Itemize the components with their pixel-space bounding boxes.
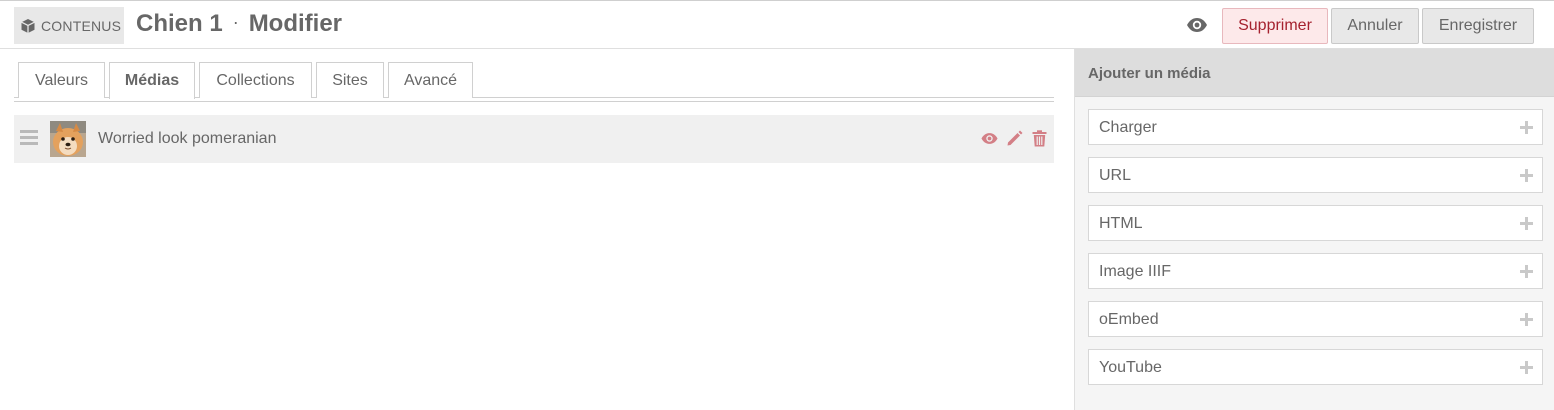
plus-icon bbox=[1520, 361, 1533, 374]
add-media-upload-button[interactable]: Charger bbox=[1088, 109, 1543, 145]
add-media-label: Charger bbox=[1099, 119, 1157, 136]
resource-type-label: CONTENUS bbox=[41, 17, 122, 34]
box-icon bbox=[20, 18, 36, 34]
plus-icon bbox=[1520, 169, 1533, 182]
media-thumbnail[interactable] bbox=[50, 121, 86, 157]
add-media-label: Image IIIF bbox=[1099, 263, 1172, 280]
eye-icon[interactable] bbox=[981, 129, 998, 147]
delete-button[interactable]: Supprimer bbox=[1222, 8, 1328, 44]
cancel-button[interactable]: Annuler bbox=[1331, 8, 1419, 44]
add-media-label: HTML bbox=[1099, 215, 1143, 232]
page-title: Chien 1 · Modifier bbox=[136, 10, 342, 38]
sidebar-heading: Ajouter un média bbox=[1088, 65, 1211, 82]
tab-valeurs[interactable]: Valeurs bbox=[18, 62, 105, 98]
trash-icon[interactable] bbox=[1031, 129, 1048, 147]
tab-avance[interactable]: Avancé bbox=[388, 62, 473, 98]
sidebar-header: Ajouter un média bbox=[1075, 49, 1554, 97]
plus-icon bbox=[1520, 217, 1533, 230]
add-media-label: URL bbox=[1099, 167, 1132, 184]
add-media-iiif-button[interactable]: Image IIIF bbox=[1088, 253, 1543, 289]
add-media-html-button[interactable]: HTML bbox=[1088, 205, 1543, 241]
section-tabs: Valeurs Médias Collections Sites Avancé bbox=[14, 62, 1054, 99]
add-media-youtube-button[interactable]: YouTube bbox=[1088, 349, 1543, 385]
action-title: Modifier bbox=[248, 10, 343, 37]
tab-collections[interactable]: Collections bbox=[199, 62, 312, 98]
add-media-label: YouTube bbox=[1099, 359, 1162, 376]
media-row: Worried look pomeranian bbox=[14, 115, 1054, 163]
eye-icon[interactable] bbox=[1186, 17, 1210, 35]
plus-icon bbox=[1520, 313, 1533, 326]
media-row-actions bbox=[981, 129, 1048, 147]
add-media-label: oEmbed bbox=[1099, 311, 1159, 328]
page-header: CONTENUS Chien 1 · Modifier Supprimer Annu… bbox=[0, 0, 1554, 49]
plus-icon bbox=[1520, 265, 1533, 278]
save-button[interactable]: Enregistrer bbox=[1422, 8, 1534, 44]
drag-handle-icon[interactable] bbox=[20, 130, 38, 146]
add-media-url-button[interactable]: URL bbox=[1088, 157, 1543, 193]
add-media-sidebar: Ajouter un média Charger URL HTML Image … bbox=[1074, 49, 1554, 410]
plus-icon bbox=[1520, 121, 1533, 134]
title-separator: · bbox=[232, 12, 239, 32]
media-title[interactable]: Worried look pomeranian bbox=[98, 130, 276, 148]
pencil-icon[interactable] bbox=[1006, 129, 1023, 147]
divider bbox=[14, 101, 1054, 102]
resource-type-badge: CONTENUS bbox=[14, 7, 124, 44]
tab-sites[interactable]: Sites bbox=[316, 62, 384, 98]
item-title: Chien 1 bbox=[136, 10, 223, 37]
tab-medias[interactable]: Médias bbox=[109, 62, 195, 99]
add-media-oembed-button[interactable]: oEmbed bbox=[1088, 301, 1543, 337]
